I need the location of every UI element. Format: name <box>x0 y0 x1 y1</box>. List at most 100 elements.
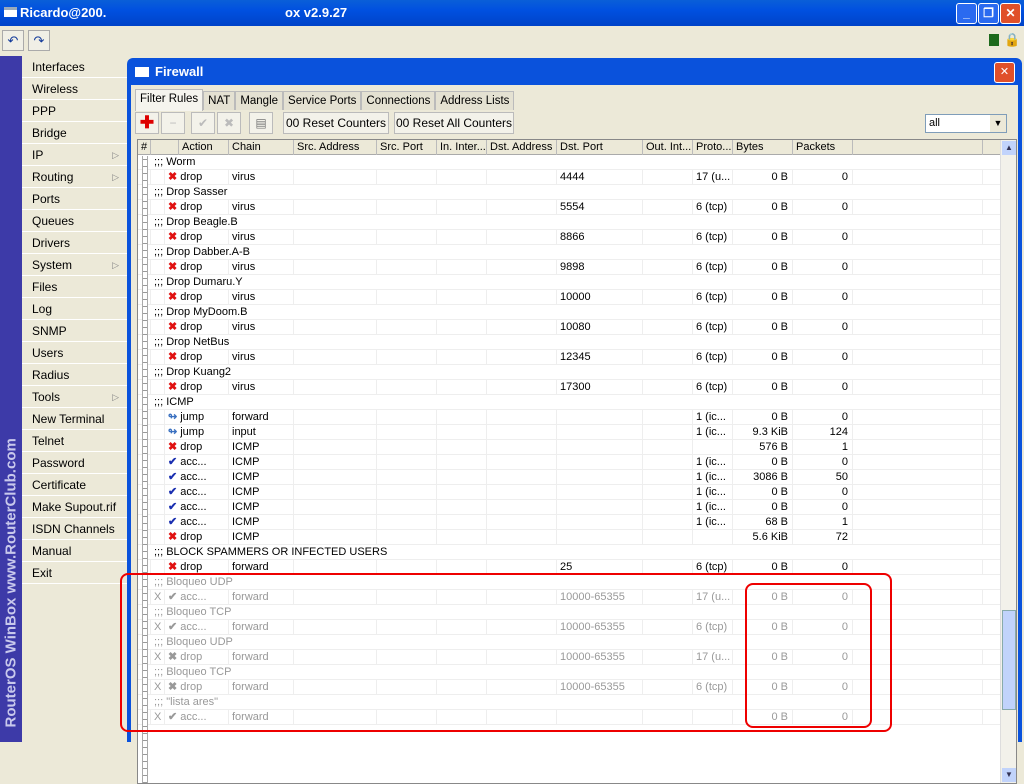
comment-button[interactable]: ▤ <box>249 112 273 134</box>
comment-row[interactable]: ;;; Bloqueo TCP <box>138 605 1000 620</box>
table-row[interactable]: ✖ drop ICMP 576 B1 <box>138 440 1000 455</box>
column-header[interactable] <box>853 140 983 155</box>
table-row[interactable]: ✖ drop virus 12345 6 (tcp) 0 B0 <box>138 350 1000 365</box>
scroll-thumb[interactable] <box>1002 610 1016 710</box>
filter-select[interactable]: all ▼ <box>925 114 1007 133</box>
sidebar-item-drivers[interactable]: Drivers <box>22 232 127 254</box>
comment-row[interactable]: ;;; Drop NetBus <box>138 335 1000 350</box>
disable-rule-button[interactable]: ✖ <box>217 112 241 134</box>
column-header[interactable]: Chain <box>229 140 294 155</box>
column-header[interactable]: Packets <box>793 140 853 155</box>
sidebar-item-users[interactable]: Users <box>22 342 127 364</box>
table-row[interactable]: X ✔ acc... forward 0 B0 <box>138 710 1000 725</box>
table-row[interactable]: ✔ acc... ICMP 1 (ic... 3086 B 50 <box>138 470 1000 485</box>
column-header[interactable]: Bytes <box>733 140 793 155</box>
add-rule-button[interactable]: ✚ <box>135 112 159 134</box>
minimize-button[interactable]: _ <box>956 3 977 24</box>
column-header[interactable]: Dst. Address <box>487 140 557 155</box>
firewall-close-button[interactable]: ✕ <box>994 62 1015 83</box>
sidebar-item-ports[interactable]: Ports <box>22 188 127 210</box>
sidebar-item-bridge[interactable]: Bridge <box>22 122 127 144</box>
comment-row[interactable]: ;;; BLOCK SPAMMERS OR INFECTED USERS <box>138 545 1000 560</box>
table-row[interactable]: ✔ acc... ICMP 1 (ic... 0 B0 <box>138 500 1000 515</box>
table-row[interactable]: ✖ drop virus 10080 6 (tcp) 0 B0 <box>138 320 1000 335</box>
close-button[interactable]: ✕ <box>1000 3 1021 24</box>
table-row[interactable]: X ✖ drop forward 10000-65355 17 (u... 0 B0 <box>138 650 1000 665</box>
sidebar-item-password[interactable]: Password <box>22 452 127 474</box>
comment-row[interactable]: ;;; Drop Dumaru.Y <box>138 275 1000 290</box>
sidebar-item-wireless[interactable]: Wireless <box>22 78 127 100</box>
tab-service-ports[interactable]: Service Ports <box>283 91 362 110</box>
comment-row[interactable]: ;;; Worm <box>138 155 1000 170</box>
column-header[interactable]: Out. Int... <box>643 140 693 155</box>
sidebar-item-routing[interactable]: Routing ▷ <box>22 166 127 188</box>
reset-all-counters-button[interactable]: 00 Reset All Counters <box>394 112 514 134</box>
sidebar-item-manual[interactable]: Manual <box>22 540 127 562</box>
tab-mangle[interactable]: Mangle <box>235 91 284 110</box>
tab-address-lists[interactable]: Address Lists <box>435 91 515 110</box>
comment-row[interactable]: ;;; Drop Beagle.B <box>138 215 1000 230</box>
enable-rule-button[interactable]: ✔ <box>191 112 215 134</box>
sidebar-item-certificate[interactable]: Certificate <box>22 474 127 496</box>
remove-rule-button[interactable]: − <box>161 112 185 134</box>
restore-button[interactable]: ❐ <box>978 3 999 24</box>
table-row[interactable]: ↬ jump input 1 (ic... 9.3 KiB 124 <box>138 425 1000 440</box>
table-row[interactable]: ✖ drop forward 25 6 (tcp) 0 B0 <box>138 560 1000 575</box>
table-row[interactable]: ✖ drop virus 9898 6 (tcp) 0 B0 <box>138 260 1000 275</box>
column-header[interactable]: # <box>138 140 151 155</box>
scroll-up-icon[interactable]: ▲ <box>1002 141 1016 155</box>
comment-row[interactable]: ;;; Drop Kuang2 <box>138 365 1000 380</box>
table-row[interactable]: ✖ drop virus 17300 6 (tcp) 0 B0 <box>138 380 1000 395</box>
tab-nat[interactable]: NAT <box>203 91 236 110</box>
table-row[interactable]: ✔ acc... ICMP 1 (ic... 68 B1 <box>138 515 1000 530</box>
sidebar-item-exit[interactable]: Exit <box>22 562 127 584</box>
scroll-down-icon[interactable]: ▼ <box>1002 768 1016 782</box>
table-row[interactable]: X ✔ acc... forward 10000-65355 17 (u... 0 B0 <box>138 590 1000 605</box>
table-row[interactable]: ✖ drop virus 8866 6 (tcp) 0 B0 <box>138 230 1000 245</box>
sidebar-item-ip[interactable]: IP ▷ <box>22 144 127 166</box>
comment-row[interactable]: ;;; Bloqueo UDP <box>138 575 1000 590</box>
comment-row[interactable]: ;;; Drop MyDoom.B <box>138 305 1000 320</box>
sidebar-item-radius[interactable]: Radius <box>22 364 127 386</box>
table-row[interactable]: X ✔ acc... forward 10000-65355 6 (tcp) 0 B0 <box>138 620 1000 635</box>
column-header[interactable]: Action <box>179 140 229 155</box>
comment-row[interactable]: ;;; Drop Dabber.A-B <box>138 245 1000 260</box>
sidebar-item-interfaces[interactable]: Interfaces <box>22 56 127 78</box>
column-header[interactable]: Dst. Port <box>557 140 643 155</box>
tab-filter-rules[interactable]: Filter Rules <box>135 89 204 111</box>
column-header[interactable]: Src. Port <box>377 140 437 155</box>
column-header[interactable]: Proto... <box>693 140 733 155</box>
column-header[interactable]: In. Inter... <box>437 140 487 155</box>
table-row[interactable]: ✖ drop virus 10000 6 (tcp) 0 B0 <box>138 290 1000 305</box>
table-row[interactable]: ✖ drop virus 5554 6 (tcp) 0 B0 <box>138 200 1000 215</box>
sidebar-item-new-terminal[interactable]: New Terminal <box>22 408 127 430</box>
sidebar-item-snmp[interactable]: SNMP <box>22 320 127 342</box>
table-row[interactable]: ✖ drop ICMP 5.6 KiB 72 <box>138 530 1000 545</box>
comment-row[interactable]: ;;; Bloqueo UDP <box>138 635 1000 650</box>
reset-counters-button[interactable]: 00 Reset Counters <box>283 112 389 134</box>
table-row[interactable]: ↬ jump forward 1 (ic... 0 B0 <box>138 410 1000 425</box>
sidebar-item-files[interactable]: Files <box>22 276 127 298</box>
column-header[interactable]: Src. Address <box>294 140 377 155</box>
sidebar-item-queues[interactable]: Queues <box>22 210 127 232</box>
table-row[interactable]: X ✖ drop forward 10000-65355 6 (tcp) 0 B0 <box>138 680 1000 695</box>
sidebar-item-log[interactable]: Log <box>22 298 127 320</box>
column-header[interactable] <box>151 140 179 155</box>
table-row[interactable]: ✖ drop virus 4444 17 (u... 0 B0 <box>138 170 1000 185</box>
vertical-scrollbar[interactable]: ▲ ▼ <box>1000 140 1016 783</box>
comment-row[interactable]: ;;; Bloqueo TCP <box>138 665 1000 680</box>
comment-row[interactable]: ;;; Drop Sasser <box>138 185 1000 200</box>
sidebar-item-isdn-channels[interactable]: ISDN Channels <box>22 518 127 540</box>
sidebar-item-telnet[interactable]: Telnet <box>22 430 127 452</box>
undo-button[interactable]: ↶ <box>2 30 24 51</box>
row-drag-handles[interactable] <box>142 156 148 783</box>
tab-connections[interactable]: Connections <box>361 91 436 110</box>
sidebar-item-tools[interactable]: Tools ▷ <box>22 386 127 408</box>
comment-row[interactable]: ;;; ICMP <box>138 395 1000 410</box>
table-row[interactable]: ✔ acc... ICMP 1 (ic... 0 B0 <box>138 455 1000 470</box>
redo-button[interactable]: ↷ <box>28 30 50 51</box>
sidebar-item-make-supout-rif[interactable]: Make Supout.rif <box>22 496 127 518</box>
table-row[interactable]: ✔ acc... ICMP 1 (ic... 0 B0 <box>138 485 1000 500</box>
comment-row[interactable]: ;;; "lista ares" <box>138 695 1000 710</box>
sidebar-item-system[interactable]: System ▷ <box>22 254 127 276</box>
